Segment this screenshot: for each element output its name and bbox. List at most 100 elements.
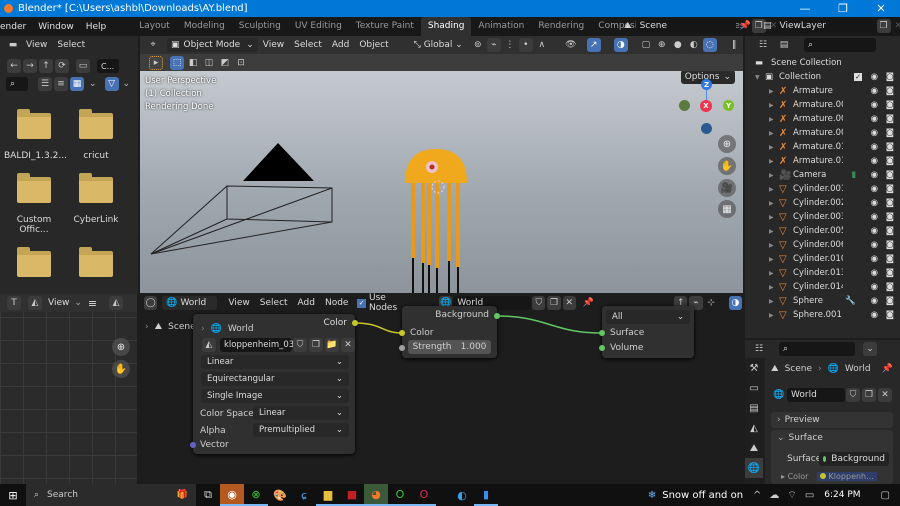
new-world-icon[interactable]: ❐	[862, 388, 876, 402]
tool-tab-icon[interactable]: ⚒	[745, 358, 763, 378]
mode-icon[interactable]: ◭	[28, 296, 42, 310]
image-editor[interactable]: T ◭ View ⌄ ≡ ◭ ⊕ ✋	[0, 294, 137, 484]
camera-data-icon[interactable]: ▮	[851, 170, 856, 180]
wireframe-shading-icon[interactable]: ⊕	[655, 38, 669, 52]
select-intersect-icon[interactable]: ⊡	[234, 55, 248, 70]
visibility-eye-icon[interactable]: ◉	[871, 268, 878, 278]
viewlayer-field[interactable]: ViewLayer	[775, 19, 876, 33]
visibility-eye-icon[interactable]: ◉	[871, 72, 878, 82]
workspace-tab-sculpting[interactable]: Sculpting	[232, 17, 288, 36]
expand-icon[interactable]: ▶	[769, 130, 779, 137]
new-image-icon[interactable]: ❐	[309, 338, 323, 352]
parent-dir-icon[interactable]: ↑	[39, 59, 53, 73]
outliner-item[interactable]: ▶✗Armature.011◉◙	[769, 140, 900, 154]
editor-type-icon[interactable]: T	[7, 296, 21, 310]
visibility-eye-icon[interactable]: ◉	[871, 100, 878, 110]
render-tab-icon[interactable]: ▭	[745, 378, 763, 398]
file-item[interactable]: cricut	[66, 109, 126, 161]
visibility-eye-icon[interactable]: ◉	[871, 198, 878, 208]
visibility-eye-icon[interactable]: ◉	[871, 254, 878, 264]
source-dropdown[interactable]: Single Image ⌄	[201, 389, 349, 403]
gizmo-toggle-icon[interactable]: ↗	[586, 38, 601, 52]
outliner-item[interactable]: ▶ ▽ Sphere.001 ◉ ◙	[769, 308, 900, 322]
navigation-gizmo[interactable]: Z X Y	[678, 77, 738, 137]
file-item[interactable]	[66, 247, 126, 289]
snap-icon[interactable]: ⌁	[486, 38, 501, 52]
editor-type-icon[interactable]: ▬	[6, 38, 20, 52]
pivot-icon[interactable]: ⊚	[471, 38, 485, 52]
outliner-item[interactable]: ▶ ✗ Armature ◉ ◙	[769, 84, 900, 98]
camera-view-icon[interactable]: 🎥	[718, 179, 736, 197]
color-output-socket[interactable]	[352, 320, 358, 326]
render-camera-icon[interactable]: ◙	[886, 72, 894, 82]
select-new-icon[interactable]: ⬚	[170, 55, 184, 70]
render-camera-icon[interactable]: ◙	[886, 170, 894, 180]
alpha-dropdown[interactable]: Premultiplied ⌄	[253, 423, 349, 437]
horizontal-list-icon[interactable]: ≡	[54, 77, 68, 91]
pan-hand-icon[interactable]: ✋	[112, 360, 130, 378]
pin-icon[interactable]: 📌	[740, 21, 751, 31]
render-camera-icon[interactable]: ◙	[886, 226, 894, 236]
menu-view[interactable]: View	[258, 40, 289, 50]
paint-app-icon[interactable]: 🎨	[268, 484, 292, 506]
expand-icon[interactable]: ▶	[769, 172, 779, 179]
render-camera-icon[interactable]: ◙	[886, 128, 894, 138]
world-tab-icon[interactable]: 🌐	[745, 458, 763, 478]
expand-icon[interactable]: ▶	[769, 186, 779, 193]
red-app-icon[interactable]: ■	[340, 484, 364, 506]
expand-icon[interactable]: ▶	[769, 144, 779, 151]
expand-icon[interactable]: ▶	[769, 228, 779, 235]
render-camera-icon[interactable]: ◙	[886, 268, 894, 278]
render-camera-icon[interactable]: ◙	[886, 212, 894, 222]
menu-select[interactable]: Select	[289, 40, 327, 50]
expand-icon[interactable]: ▶	[769, 214, 779, 221]
surface-panel-header[interactable]: ⌄ Surface	[771, 430, 893, 446]
render-camera-icon[interactable]: ◙	[886, 310, 894, 320]
outliner-item[interactable]: ▶✗Armature.012◉◙	[769, 154, 900, 168]
unlink-image-icon[interactable]: ✕	[341, 338, 355, 352]
file-item[interactable]: BALDI_1.3.2...	[4, 109, 67, 161]
overlay-toggle-icon[interactable]: ◑	[613, 38, 628, 52]
xbox-app-icon[interactable]: ⊗	[244, 484, 268, 506]
preview-panel-header[interactable]: › Preview	[771, 412, 893, 428]
image-name-field[interactable]: kloppenheim_03...	[220, 338, 302, 352]
color-input-socket[interactable]	[399, 330, 405, 336]
render-camera-icon[interactable]: ◙	[886, 142, 894, 152]
start-windows-icon[interactable]: ⊞	[0, 484, 26, 506]
opera-gx-red-icon[interactable]: O	[412, 484, 436, 506]
editor-type-icon[interactable]: ⌖	[146, 38, 160, 52]
outliner-item[interactable]: ▶ ▽ Cylinder.014 ◉ ◙	[769, 280, 900, 294]
expand-icon[interactable]: ▶	[769, 284, 779, 291]
image-browse-icon[interactable]: ◭	[202, 338, 216, 352]
wifi-icon[interactable]: ⌔	[787, 489, 796, 502]
background-node[interactable]: Background Color Strength 1.000	[399, 306, 500, 358]
world-browse-icon[interactable]: 🌐	[772, 388, 786, 402]
new-folder-icon[interactable]: ▭	[76, 59, 90, 73]
refresh-icon[interactable]: ⟳	[55, 59, 69, 73]
back-icon[interactable]: ←	[7, 59, 21, 73]
gizmo-y-axis[interactable]: Y	[723, 100, 734, 111]
file-item[interactable]: CyberLink	[66, 173, 126, 235]
task-view-icon[interactable]: ⧉	[196, 484, 220, 506]
modifier-wrench-icon[interactable]: 🔧	[845, 296, 856, 306]
surface-input-socket[interactable]	[599, 330, 605, 336]
cyberlink-app-icon[interactable]: ɕ	[292, 484, 316, 506]
expand-icon[interactable]: ▼	[755, 74, 765, 81]
visibility-eye-icon[interactable]: ◉	[871, 170, 878, 180]
pan-hand-icon[interactable]: ✋	[718, 157, 736, 175]
render-camera-icon[interactable]: ◙	[886, 282, 894, 292]
strength-input-socket[interactable]	[399, 345, 405, 351]
forward-icon[interactable]: →	[23, 59, 37, 73]
filter-icon[interactable]: ▽	[104, 77, 119, 91]
scene-field[interactable]: Scene	[635, 19, 736, 33]
unlink-world-icon[interactable]: ✕	[878, 388, 892, 402]
menu-help[interactable]: Help	[80, 22, 113, 32]
path-button[interactable]: C...	[97, 59, 119, 73]
gizmo-x-axis[interactable]: X	[700, 100, 712, 112]
expand-icon[interactable]: ▶	[769, 312, 779, 319]
surface-shader-field[interactable]: Background	[819, 452, 889, 466]
visibility-eye-icon[interactable]: ◉	[871, 310, 878, 320]
workspace-tab-shading[interactable]: Shading	[420, 17, 472, 36]
chevron-down-icon[interactable]: ⌄	[123, 79, 131, 89]
outliner-item[interactable]: ▶ ▽ Cylinder.001 ◉ ◙	[769, 182, 900, 196]
